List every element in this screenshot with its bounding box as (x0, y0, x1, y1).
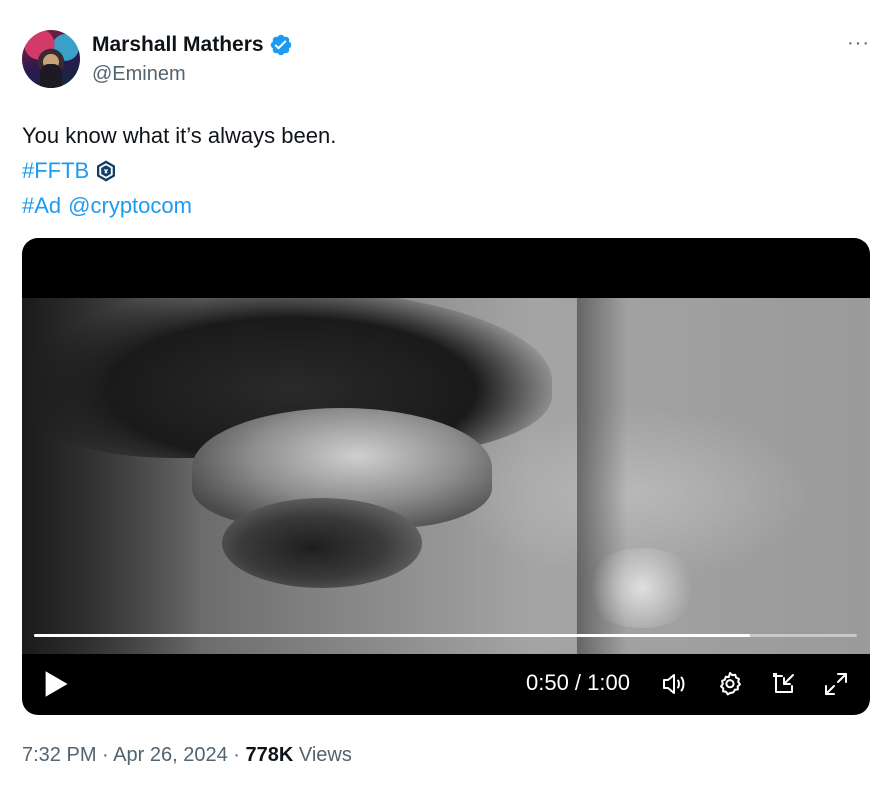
author-row: Marshall Mathers (92, 32, 293, 58)
video-frame[interactable] (22, 298, 870, 654)
views-count[interactable]: 778K (246, 744, 294, 766)
tweet-date[interactable]: Apr 26, 2024 (113, 744, 228, 766)
frame-glow (582, 548, 702, 628)
meta-separator: · (102, 744, 109, 766)
author-handle[interactable]: @Eminem (92, 63, 186, 86)
play-icon[interactable] (42, 669, 70, 699)
frame-eye (222, 498, 422, 588)
meta-separator: · (233, 744, 240, 766)
fullscreen-icon[interactable] (822, 670, 850, 698)
verified-badge-icon[interactable] (269, 33, 293, 57)
settings-icon[interactable] (716, 670, 744, 698)
tweet-time[interactable]: 7:32 PM (22, 744, 96, 766)
crypto-com-logo-icon (97, 160, 116, 181)
hashtag-ad-link[interactable]: #Ad (22, 188, 61, 223)
tweet-line: #Ad @cryptocom (22, 188, 336, 223)
author-display-name[interactable]: Marshall Mathers (92, 33, 264, 57)
video-controls: 0:50 / 1:00 (22, 656, 870, 715)
more-options-icon[interactable]: ··· (847, 33, 870, 53)
video-time-display: 0:50 / 1:00 (526, 670, 630, 695)
avatar[interactable] (22, 30, 80, 88)
volume-icon[interactable] (660, 670, 688, 698)
tweet-line: You know what it’s always been. (22, 118, 336, 153)
mention-cryptocom-link[interactable]: @cryptocom (68, 188, 192, 223)
tweet-line: #FFTB (22, 153, 336, 188)
tweet-meta: 7:32 PM · Apr 26, 2024 · 778K Views (22, 743, 352, 767)
tweet-text-line: You know what it’s always been. (22, 123, 337, 148)
picture-in-picture-icon[interactable] (770, 670, 798, 698)
video-player[interactable]: 0:50 / 1:00 (22, 238, 870, 715)
views-label: Views (298, 744, 352, 766)
video-progress-fill (34, 634, 750, 637)
video-progress-bar[interactable] (34, 634, 857, 637)
hashtag-fftb-link[interactable]: #FFTB (22, 153, 89, 188)
tweet-text: You know what it’s always been. #FFTB #A… (22, 118, 336, 223)
